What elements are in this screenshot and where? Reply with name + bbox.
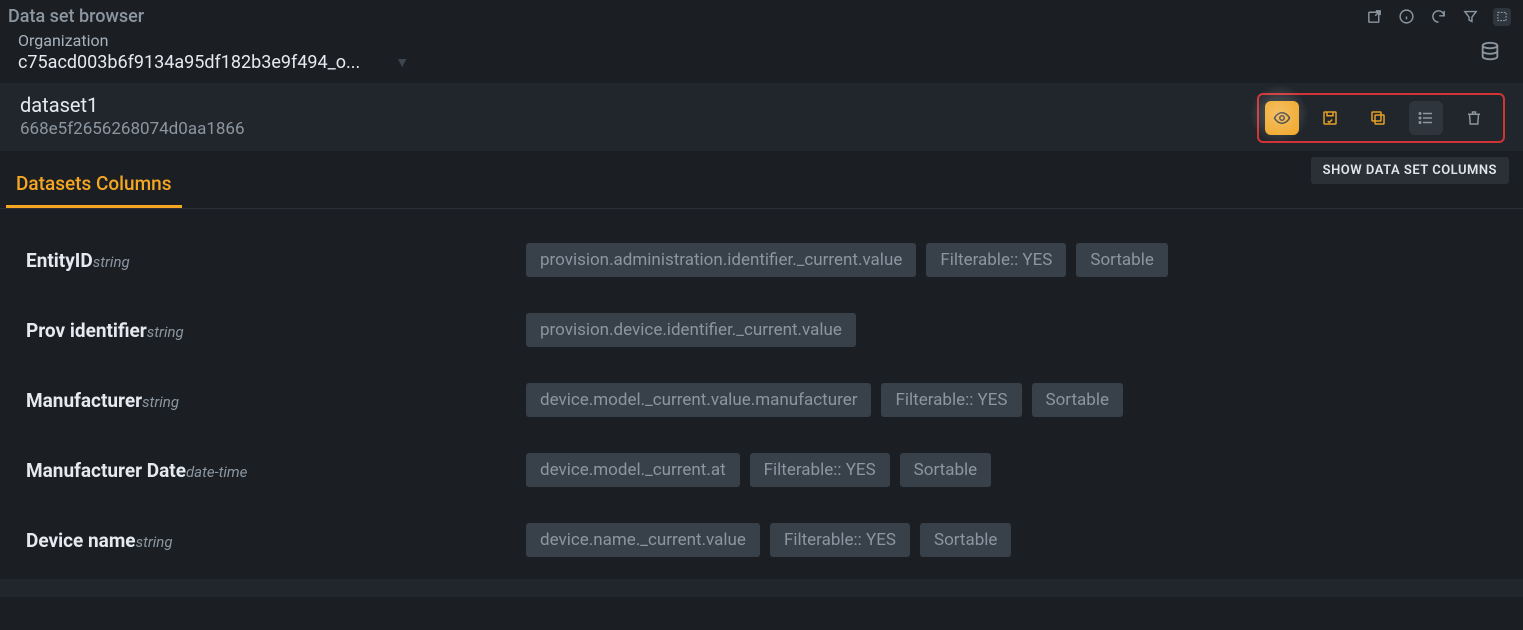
export-icon[interactable]: [1365, 8, 1383, 26]
dataset-header: dataset1 668e5f2656268074d0aa1866: [0, 83, 1523, 151]
tooltip-show-columns: SHOW DATA SET COLUMNS: [1311, 157, 1509, 184]
column-row: EntityIDstring provision.administration.…: [0, 225, 1523, 295]
column-path-badge: device.name._current.value: [526, 523, 760, 557]
column-path-badge: provision.administration.identifier._cur…: [526, 243, 916, 277]
column-filterable-badge: Filterable:: YES: [770, 523, 910, 557]
column-type: string: [93, 253, 130, 271]
column-row: Manufacturer Datedate-time device.model.…: [0, 435, 1523, 505]
column-filterable-badge: Filterable:: YES: [881, 383, 1021, 417]
column-row: Manufacturerstring device.model._current…: [0, 365, 1523, 435]
columns-list: EntityIDstring provision.administration.…: [0, 209, 1523, 575]
save-button[interactable]: [1313, 101, 1347, 135]
column-path-badge: provision.device.identifier._current.val…: [526, 313, 856, 347]
info-icon[interactable]: [1397, 8, 1415, 26]
footer-strip: [0, 579, 1523, 597]
column-name: Device name: [26, 529, 136, 552]
dataset-actions-toolbar: [1257, 93, 1505, 143]
organization-selector[interactable]: Organization c75acd003b6f9134a95df182b3e…: [18, 31, 409, 73]
view-button[interactable]: [1265, 101, 1299, 135]
column-filterable-badge: Filterable:: YES: [926, 243, 1066, 277]
column-type: string: [142, 393, 179, 411]
column-filterable-badge: Filterable:: YES: [750, 453, 890, 487]
column-row: Device namestring device.name._current.v…: [0, 505, 1523, 575]
dataset-id: 668e5f2656268074d0aa1866: [20, 119, 245, 139]
column-name: EntityID: [26, 249, 93, 272]
toolbar-icons: [1365, 8, 1511, 26]
delete-button[interactable]: [1457, 101, 1491, 135]
list-button[interactable]: [1409, 101, 1443, 135]
column-sortable-badge: Sortable: [1076, 243, 1167, 277]
column-sortable-badge: Sortable: [900, 453, 991, 487]
dataset-name: dataset1: [20, 93, 245, 117]
column-type: string: [136, 533, 173, 551]
organization-label: Organization: [18, 31, 409, 50]
column-name: Manufacturer Date: [26, 459, 186, 482]
column-type: date-time: [186, 463, 247, 481]
column-name: Manufacturer: [26, 389, 142, 412]
page-title: Data set browser: [8, 6, 144, 27]
database-icon[interactable]: [1479, 41, 1501, 63]
column-sortable-badge: Sortable: [920, 523, 1011, 557]
column-path-badge: device.model._current.at: [526, 453, 740, 487]
tab-datasets-columns[interactable]: Datasets Columns: [6, 162, 182, 208]
column-path-badge: device.model._current.value.manufacturer: [526, 383, 871, 417]
chevron-down-icon: ▼: [395, 54, 409, 71]
column-type: string: [147, 323, 184, 341]
column-name: Prov identifier: [26, 319, 147, 342]
column-sortable-badge: Sortable: [1032, 383, 1123, 417]
copy-button[interactable]: [1361, 101, 1395, 135]
filter-icon[interactable]: [1461, 8, 1479, 26]
column-row: Prov identifierstring provision.device.i…: [0, 295, 1523, 365]
select-icon[interactable]: [1493, 8, 1511, 26]
refresh-icon[interactable]: [1429, 8, 1447, 26]
organization-value: c75acd003b6f9134a95df182b3e9f494_o...: [18, 52, 360, 73]
